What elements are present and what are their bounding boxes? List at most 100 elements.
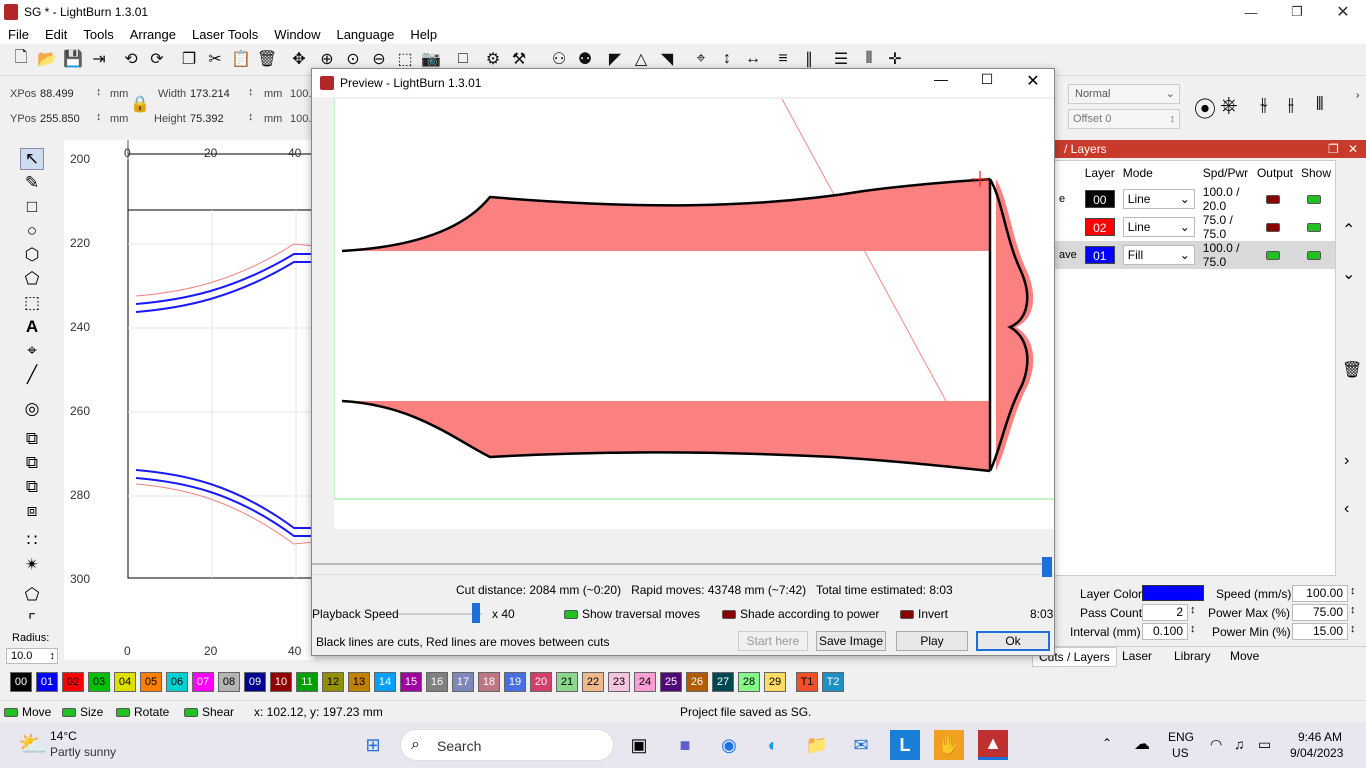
- size-toggle[interactable]: Size: [62, 705, 103, 719]
- l-app-icon[interactable]: L: [890, 730, 920, 760]
- grid-array-icon[interactable]: ∷: [20, 530, 44, 552]
- shear-toggle[interactable]: Shear: [184, 705, 234, 719]
- distribute-v-icon[interactable]: ∥: [798, 48, 820, 70]
- new-file-icon[interactable]: 🗋: [10, 48, 32, 70]
- align-right-icon[interactable]: ⫴: [1316, 94, 1324, 115]
- copy-icon[interactable]: ❐: [178, 48, 200, 70]
- layer-mode-dropdown[interactable]: Line ⌄: [1122, 217, 1195, 237]
- close-button[interactable]: ✕: [1320, 0, 1366, 24]
- palette-swatch[interactable]: 29: [764, 672, 786, 692]
- start-icon[interactable]: ⊞: [358, 730, 388, 760]
- design-canvas[interactable]: 200 220 240 260 280 300 0 20 40 0 20 40: [64, 140, 314, 660]
- height-spinner[interactable]: ↕: [248, 111, 254, 123]
- rotate-toggle[interactable]: Rotate: [116, 705, 169, 719]
- speed-field[interactable]: 100.00: [1292, 585, 1348, 602]
- distribute-h-icon[interactable]: ≡: [772, 48, 794, 70]
- palette-swatch[interactable]: 19: [504, 672, 526, 692]
- move-toggle[interactable]: Move: [4, 705, 51, 719]
- delete-layer-icon[interactable]: 🗑: [1342, 360, 1362, 380]
- palette-swatch[interactable]: T2: [822, 672, 844, 692]
- offset-field[interactable]: Offset 0 ↕: [1068, 109, 1180, 129]
- height-field[interactable]: 75.392: [190, 113, 224, 125]
- palette-swatch[interactable]: 22: [582, 672, 604, 692]
- speed-spinner[interactable]: ↕: [1350, 585, 1356, 597]
- offset-icon[interactable]: ◎: [20, 398, 44, 420]
- tray-chevron-icon[interactable]: ⌃: [1102, 736, 1112, 750]
- pentagon-icon[interactable]: ⬠: [20, 268, 44, 290]
- battery-icon[interactable]: ▭: [1258, 736, 1271, 753]
- palette-swatch[interactable]: 18: [478, 672, 500, 692]
- group-icon[interactable]: ⚇: [548, 48, 570, 70]
- menu-window[interactable]: Window: [266, 27, 328, 42]
- palette-swatch[interactable]: 02: [62, 672, 84, 692]
- more-icon[interactable]: ›: [1356, 90, 1359, 101]
- play-button[interactable]: Play: [896, 631, 968, 651]
- layer-mode-dropdown[interactable]: Line ⌄: [1122, 189, 1195, 209]
- palette-swatch[interactable]: 08: [218, 672, 240, 692]
- import-icon[interactable]: ⇥: [88, 48, 110, 70]
- settings-icon[interactable]: ⚙: [482, 48, 504, 70]
- rectangle-icon[interactable]: □: [20, 196, 44, 218]
- grab-app-icon[interactable]: ✋: [934, 730, 964, 760]
- move-icon[interactable]: ✥: [288, 48, 310, 70]
- weld-icon[interactable]: ⧉: [20, 428, 44, 450]
- menu-laser-tools[interactable]: Laser Tools: [184, 27, 266, 42]
- ok-button[interactable]: Ok: [976, 631, 1050, 651]
- palette-swatch[interactable]: 04: [114, 672, 136, 692]
- flip-horizontal-icon[interactable]: ◤: [604, 48, 626, 70]
- palette-swatch[interactable]: 14: [374, 672, 396, 692]
- power-min-spinner[interactable]: ↕: [1350, 623, 1356, 635]
- power-max-spinner[interactable]: ↕: [1350, 604, 1356, 616]
- show-toggle[interactable]: [1306, 195, 1321, 205]
- paste-icon[interactable]: 📋: [230, 48, 252, 70]
- menu-language[interactable]: Language: [328, 27, 402, 42]
- tab-move[interactable]: Move: [1230, 649, 1259, 663]
- scale-x-field[interactable]: 100.: [290, 88, 311, 100]
- tab-laser[interactable]: Laser: [1122, 649, 1152, 663]
- palette-swatch[interactable]: 12: [322, 672, 344, 692]
- menu-file[interactable]: File: [0, 27, 37, 42]
- mode-dropdown[interactable]: Normal ⌄: [1068, 84, 1180, 104]
- interval-spinner[interactable]: ↕: [1190, 623, 1196, 635]
- shade-power-toggle[interactable]: Shade according to power: [722, 607, 879, 621]
- tab-library[interactable]: Library: [1174, 649, 1211, 663]
- ungroup-icon[interactable]: ⚉: [574, 48, 596, 70]
- cut-icon[interactable]: ✂: [204, 48, 226, 70]
- clock-time[interactable]: 9:46 AM: [1298, 730, 1342, 744]
- width-spinner[interactable]: ↕: [248, 86, 254, 98]
- preview-maximize-button[interactable]: ☐: [972, 71, 1002, 95]
- pass-count-spinner[interactable]: ↕: [1190, 604, 1196, 616]
- volume-icon[interactable]: ♫: [1234, 736, 1245, 752]
- file-explorer-icon[interactable]: 📁: [802, 730, 832, 760]
- interval-field[interactable]: 0.100: [1142, 623, 1188, 640]
- pass-count-field[interactable]: 2: [1142, 604, 1188, 621]
- circular-array-icon[interactable]: ✴: [20, 554, 44, 576]
- palette-swatch[interactable]: 28: [738, 672, 760, 692]
- xpos-spinner[interactable]: ↕: [96, 86, 102, 98]
- palette-swatch[interactable]: 11: [296, 672, 318, 692]
- frame-icon[interactable]: ⦿: [1194, 92, 1216, 124]
- minimize-button[interactable]: —: [1228, 0, 1274, 24]
- power-min-field[interactable]: 15.00: [1292, 623, 1348, 640]
- zoom-frame-icon[interactable]: ⬚: [394, 48, 416, 70]
- xpos-field[interactable]: 88.499: [40, 88, 74, 100]
- lang-code[interactable]: ENG: [1168, 730, 1194, 744]
- palette-swatch[interactable]: 13: [348, 672, 370, 692]
- origin-icon[interactable]: ✛: [884, 48, 906, 70]
- rotate-shape-icon[interactable]: ⬠: [20, 584, 44, 606]
- weather-desc[interactable]: Partly sunny: [50, 745, 116, 759]
- palette-swatch[interactable]: 23: [608, 672, 630, 692]
- redo-icon[interactable]: ⟳: [146, 48, 168, 70]
- zoom-out-icon[interactable]: ⊖: [368, 48, 390, 70]
- move-layer-up-icon[interactable]: ⌃: [1342, 220, 1355, 240]
- lock-icon[interactable]: 🔒: [130, 94, 150, 113]
- menu-arrange[interactable]: Arrange: [122, 27, 184, 42]
- polygon-icon[interactable]: ⬡: [20, 244, 44, 266]
- layer-mode-dropdown[interactable]: Fill ⌄: [1122, 245, 1195, 265]
- mirror-icon[interactable]: ◥: [656, 48, 678, 70]
- palette-swatch[interactable]: 06: [166, 672, 188, 692]
- save-icon[interactable]: 💾: [62, 48, 84, 70]
- task-view-icon[interactable]: ▣: [624, 730, 654, 760]
- layer-color-swatch[interactable]: [1142, 585, 1204, 601]
- chrome-icon[interactable]: ◉: [714, 730, 744, 760]
